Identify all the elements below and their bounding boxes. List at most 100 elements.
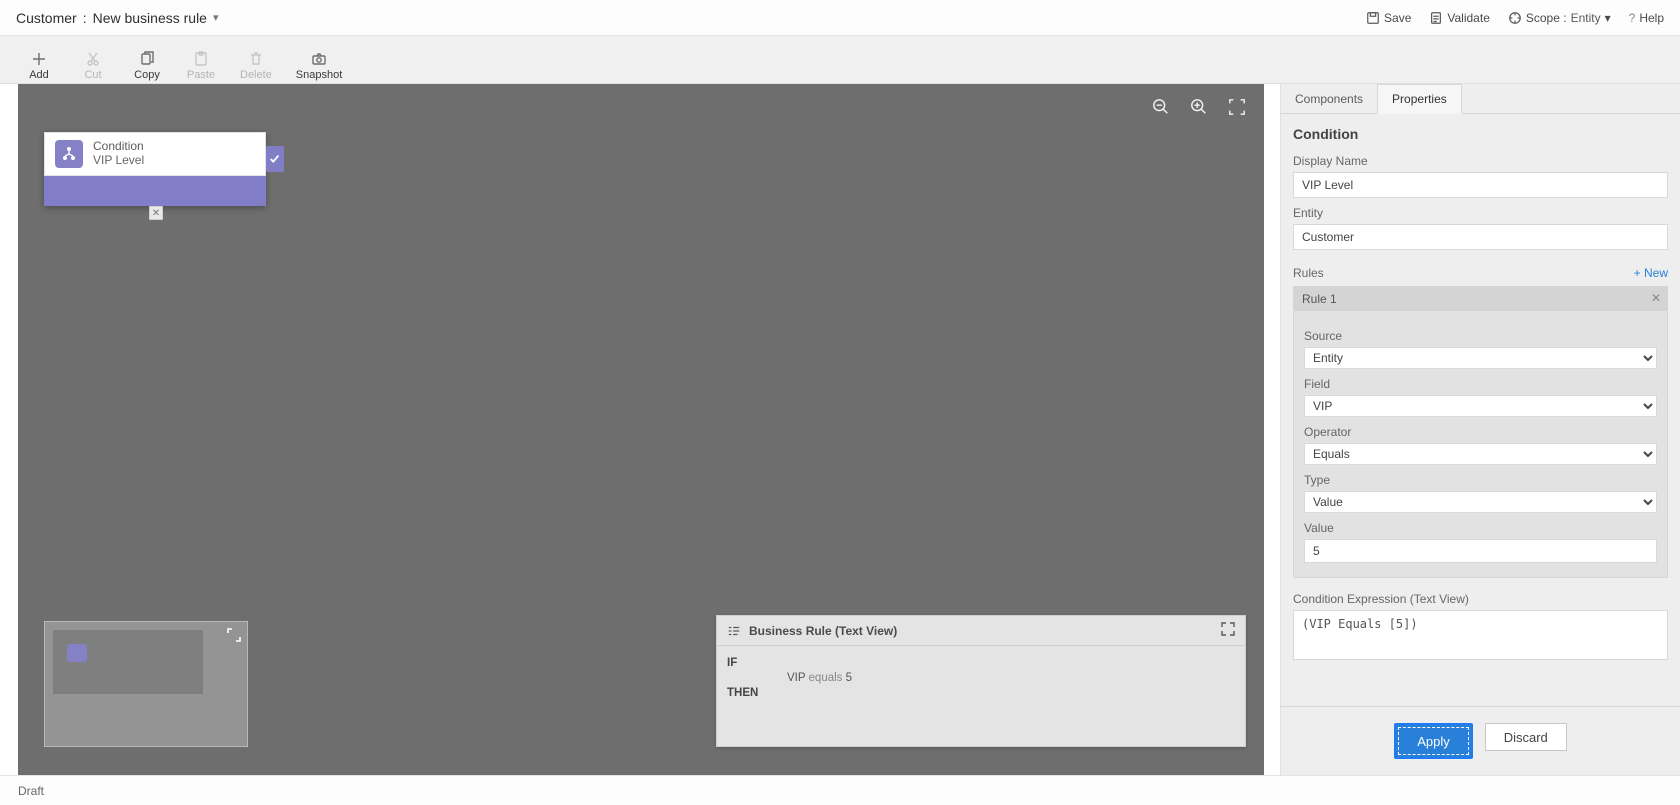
save-label: Save xyxy=(1384,11,1411,25)
display-name-label: Display Name xyxy=(1293,154,1668,168)
validate-icon xyxy=(1429,11,1443,25)
cut-label: Cut xyxy=(84,69,101,81)
condition-node[interactable]: Condition VIP Level ✕ xyxy=(44,132,266,206)
help-button[interactable]: ? Help xyxy=(1629,11,1664,25)
entity-name: Customer xyxy=(16,10,77,26)
status-bar: Draft xyxy=(0,775,1680,805)
section-title: Condition xyxy=(1293,126,1668,142)
page-title[interactable]: Customer: New business rule ▾ xyxy=(16,10,219,26)
new-rule-button[interactable]: + New xyxy=(1634,266,1668,280)
panel-footer: Apply Discard xyxy=(1281,706,1680,775)
text-view-body: IF VIP equals 5 THEN xyxy=(717,646,1245,710)
node-name: VIP Level xyxy=(93,154,144,168)
main-area: Condition VIP Level ✕ xyxy=(0,84,1680,775)
chevron-down-icon: ▾ xyxy=(1605,11,1611,25)
properties-panel: Components Properties Condition Display … xyxy=(1280,84,1680,775)
help-icon: ? xyxy=(1629,11,1636,25)
node-header[interactable]: Condition VIP Level xyxy=(44,132,266,176)
canvas-wrapper: Condition VIP Level ✕ xyxy=(0,84,1280,775)
text-view-panel: Business Rule (Text View) IF VIP equals … xyxy=(716,615,1246,747)
paste-label: Paste xyxy=(187,69,215,81)
type-select[interactable]: Value xyxy=(1304,491,1657,513)
add-button[interactable]: Add xyxy=(24,51,54,81)
expr-val: 5 xyxy=(846,672,852,684)
delete-icon xyxy=(248,51,264,67)
if-keyword: IF xyxy=(727,657,737,669)
field-select[interactable]: VIP xyxy=(1304,395,1657,417)
zoom-out-icon[interactable] xyxy=(1152,98,1170,116)
value-input[interactable] xyxy=(1304,539,1657,563)
tab-properties[interactable]: Properties xyxy=(1377,84,1462,114)
rules-label: Rules xyxy=(1293,266,1324,280)
properties-body: Condition Display Name Entity Rules + Ne… xyxy=(1281,114,1680,706)
cut-button[interactable]: Cut xyxy=(78,51,108,81)
display-name-input[interactable] xyxy=(1293,172,1668,198)
copy-label: Copy xyxy=(134,69,160,81)
copy-button[interactable]: Copy xyxy=(132,51,162,81)
text-view-title: Business Rule (Text View) xyxy=(749,624,897,638)
value-label: Value xyxy=(1304,521,1657,535)
operator-select[interactable]: Equals xyxy=(1304,443,1657,465)
rule-close-icon[interactable]: ✕ xyxy=(1651,291,1661,305)
maximize-button[interactable] xyxy=(1221,622,1235,639)
copy-icon xyxy=(139,51,155,67)
rule-title: Rule 1 xyxy=(1302,292,1337,306)
snapshot-button[interactable]: Snapshot xyxy=(296,51,342,81)
node-false-connector[interactable]: ✕ xyxy=(149,206,163,220)
rule-name: New business rule xyxy=(93,10,207,26)
design-canvas[interactable]: Condition VIP Level ✕ xyxy=(18,84,1264,775)
source-select[interactable]: Entity xyxy=(1304,347,1657,369)
field-label: Field xyxy=(1304,377,1657,391)
expr-op: equals xyxy=(809,672,843,684)
top-header: Customer: New business rule ▾ Save Valid… xyxy=(0,0,1680,36)
minimap-node xyxy=(67,644,87,662)
scope-selector[interactable]: Scope : Entity ▾ xyxy=(1508,11,1611,25)
expression-label: Condition Expression (Text View) xyxy=(1293,592,1668,606)
fit-screen-icon[interactable] xyxy=(1228,98,1246,116)
type-label: Type xyxy=(1304,473,1657,487)
save-icon xyxy=(1366,11,1380,25)
chevron-down-icon[interactable]: ▾ xyxy=(213,11,219,24)
entity-label: Entity xyxy=(1293,206,1668,220)
zoom-in-icon[interactable] xyxy=(1190,98,1208,116)
node-body[interactable] xyxy=(44,176,266,206)
tabs: Components Properties xyxy=(1281,84,1680,114)
snapshot-label: Snapshot xyxy=(296,69,342,81)
validate-button[interactable]: Validate xyxy=(1429,11,1489,25)
expression-textarea[interactable] xyxy=(1293,610,1668,660)
delete-label: Delete xyxy=(240,69,272,81)
paste-button[interactable]: Paste xyxy=(186,51,216,81)
scope-label: Scope : xyxy=(1526,11,1567,25)
validate-label: Validate xyxy=(1447,11,1489,25)
node-labels: Condition VIP Level xyxy=(93,140,144,168)
entity-input[interactable] xyxy=(1293,224,1668,250)
plus-icon xyxy=(31,51,47,67)
rules-header: Rules + New xyxy=(1293,266,1668,280)
text-view-icon xyxy=(727,624,741,638)
node-true-connector[interactable] xyxy=(266,146,284,172)
delete-button[interactable]: Delete xyxy=(240,51,272,81)
if-expression: VIP equals 5 xyxy=(787,672,1235,684)
top-actions: Save Validate Scope : Entity ▾ ? Help xyxy=(1366,11,1664,25)
source-label: Source xyxy=(1304,329,1657,343)
apply-button[interactable]: Apply xyxy=(1398,727,1469,755)
expr-field: VIP xyxy=(787,672,805,684)
rules-container: Rule 1 ✕ Source Entity Field VIP Operato… xyxy=(1293,286,1668,578)
apply-highlight: Apply xyxy=(1394,723,1473,759)
tab-components[interactable]: Components xyxy=(1281,84,1377,113)
paste-icon xyxy=(193,51,209,67)
then-keyword: THEN xyxy=(727,687,758,699)
zoom-controls xyxy=(1152,98,1246,116)
minimap-viewport[interactable] xyxy=(53,630,203,694)
discard-button[interactable]: Discard xyxy=(1485,723,1567,751)
minimap-expand[interactable] xyxy=(227,628,241,642)
status-text: Draft xyxy=(18,784,44,798)
node-type: Condition xyxy=(93,140,144,154)
rule-header[interactable]: Rule 1 ✕ xyxy=(1294,287,1667,311)
add-label: Add xyxy=(29,69,49,81)
scope-icon xyxy=(1508,11,1522,25)
save-button[interactable]: Save xyxy=(1366,11,1411,25)
minimap[interactable] xyxy=(44,621,248,747)
camera-icon xyxy=(311,51,327,67)
condition-icon xyxy=(55,140,83,168)
